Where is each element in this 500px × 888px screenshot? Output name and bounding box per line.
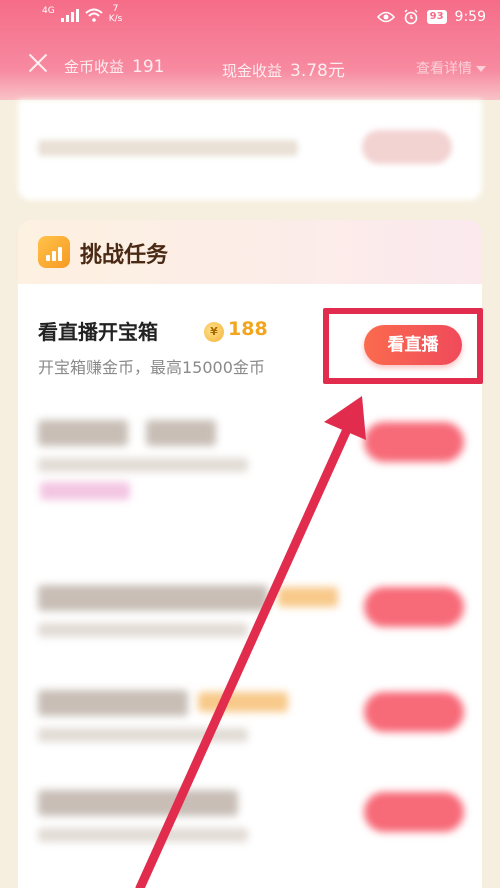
network-speed-unit: K/s xyxy=(108,14,123,24)
blurred-text xyxy=(38,420,128,446)
blurred-text xyxy=(38,828,248,842)
highlight-box xyxy=(323,308,483,384)
network-speed: 7 K/s xyxy=(109,4,123,24)
cash-income-label: 现金收益 xyxy=(222,62,283,80)
task-name: 看直播开宝箱 xyxy=(38,320,158,344)
coin-income: 金币收益 191 xyxy=(64,56,164,77)
status-bar: 4G 7 K/s 93 9:59 xyxy=(0,0,500,36)
status-left: 4G 7 K/s xyxy=(42,4,122,24)
caret-down-icon xyxy=(476,66,486,72)
alarm-icon xyxy=(404,9,418,25)
cash-income: 现金收益 3.78元 xyxy=(222,56,345,81)
task-card-title: 挑战任务 xyxy=(80,243,169,268)
task-coin-reward: 188 xyxy=(228,318,268,340)
blurred-text xyxy=(38,585,268,611)
blurred-task-row xyxy=(18,670,482,760)
blurred-tag xyxy=(278,587,338,607)
task-description: 开宝箱赚金币，最高15000金币 xyxy=(38,358,265,377)
status-right: 93 9:59 xyxy=(376,9,486,25)
blurred-button xyxy=(362,130,452,164)
wifi-icon xyxy=(85,8,103,22)
blurred-tag xyxy=(40,482,130,500)
blurred-text xyxy=(38,623,248,637)
view-details-label: 查看详情 xyxy=(416,61,472,77)
blurred-card xyxy=(18,100,482,200)
eye-icon xyxy=(376,11,395,23)
task-card-header: 挑战任务 xyxy=(18,220,482,284)
clock: 9:59 xyxy=(454,9,486,25)
blurred-text xyxy=(146,420,216,446)
blurred-button xyxy=(364,792,464,832)
header: 4G 7 K/s 93 9:59 金币收益 191 现金收益 3.78元 查看详… xyxy=(0,0,500,100)
blurred-text xyxy=(38,728,248,742)
blurred-tag xyxy=(198,692,288,712)
view-details-link[interactable]: 查看详情 xyxy=(416,58,486,78)
blurred-task-row xyxy=(18,400,482,500)
signal-icon xyxy=(60,8,79,22)
blurred-button xyxy=(364,692,464,732)
blurred-text xyxy=(38,690,188,716)
battery-indicator: 93 xyxy=(426,10,447,24)
blurred-text xyxy=(38,790,238,816)
top-bar: 金币收益 191 现金收益 3.78元 查看详情 xyxy=(0,36,500,92)
coin-income-label: 金币收益 xyxy=(64,58,125,76)
blurred-text xyxy=(38,458,248,472)
cash-income-value: 3.78元 xyxy=(290,61,345,81)
network-type: 4G xyxy=(42,6,55,16)
blurred-task-row xyxy=(18,770,482,860)
coin-income-value: 191 xyxy=(132,57,165,77)
blurred-task-row xyxy=(18,565,482,655)
blurred-text xyxy=(38,140,298,156)
gold-coin-icon: ¥ xyxy=(204,322,224,342)
blurred-button xyxy=(364,587,464,627)
network-speed-value: 7 xyxy=(112,4,119,14)
blurred-button xyxy=(364,422,464,462)
trend-chart-icon xyxy=(38,236,70,268)
close-button[interactable] xyxy=(22,48,54,80)
